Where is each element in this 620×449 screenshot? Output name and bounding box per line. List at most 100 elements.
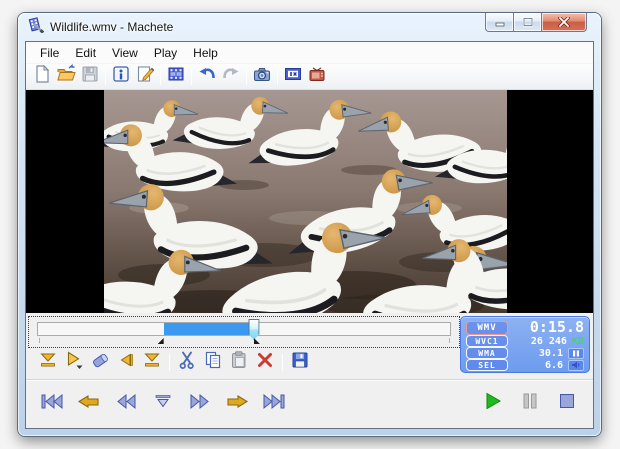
new-file-icon xyxy=(32,64,52,89)
edit-toolbar xyxy=(28,348,460,376)
eraser-button[interactable] xyxy=(87,351,113,373)
mark-selection-start-icon xyxy=(38,350,58,375)
new-file-button[interactable] xyxy=(30,66,54,88)
position-marker-button[interactable] xyxy=(149,392,177,416)
filmstrip-icon xyxy=(166,64,186,89)
maximize-button[interactable] xyxy=(513,13,542,32)
audio-indicator-icon xyxy=(568,360,584,371)
seek-track[interactable] xyxy=(37,322,451,336)
filmstrip-button[interactable] xyxy=(164,66,188,88)
info-panel: WMV 0:15.8 WVC1 26 246KB WMA 30.1 SEL xyxy=(460,316,590,373)
file-size-value: 26 246 xyxy=(531,336,567,347)
go-selection-start-button[interactable] xyxy=(75,392,103,416)
edit-page-button[interactable] xyxy=(133,66,157,88)
seek-and-edit-column xyxy=(28,316,460,378)
save-selection-button[interactable] xyxy=(287,351,313,373)
toolbar-separator xyxy=(105,68,106,85)
position-marker-icon xyxy=(151,393,175,415)
go-selection-start-icon xyxy=(77,393,101,415)
window-controls xyxy=(486,13,587,32)
menu-file[interactable]: File xyxy=(32,43,67,63)
transport-bar xyxy=(26,381,593,428)
mark-selection-end-button[interactable] xyxy=(139,351,165,373)
track-start-tick xyxy=(39,338,40,343)
redo-icon xyxy=(221,64,241,89)
paste-button[interactable] xyxy=(226,351,252,373)
undo-button[interactable] xyxy=(195,66,219,88)
go-selection-end-button[interactable] xyxy=(223,392,251,416)
track-end-tick xyxy=(449,338,450,343)
info-row-audio: WMA 30.1 xyxy=(466,347,584,359)
edit-page-icon xyxy=(135,64,155,89)
redo-button[interactable] xyxy=(219,66,243,88)
go-to-end-icon xyxy=(262,393,286,415)
go-to-start-icon xyxy=(40,393,64,415)
toolbar-separator xyxy=(160,68,161,85)
fast-forward-button[interactable] xyxy=(186,392,214,416)
pause-indicator-icon xyxy=(568,348,584,359)
menu-help[interactable]: Help xyxy=(185,43,226,63)
audio-codec-badge: WMA xyxy=(466,347,508,359)
save-button[interactable] xyxy=(78,66,102,88)
go-to-start-button[interactable] xyxy=(38,392,66,416)
menu-edit[interactable]: Edit xyxy=(67,43,104,63)
tv-button[interactable] xyxy=(305,66,329,88)
lower-controls: WMV 0:15.8 WVC1 26 246KB WMA 30.1 SEL xyxy=(26,313,593,379)
step-back-icon xyxy=(116,350,136,375)
play-button[interactable] xyxy=(479,392,507,416)
menu-view[interactable]: View xyxy=(104,43,146,63)
play-selection-button[interactable] xyxy=(61,351,87,373)
close-button[interactable] xyxy=(541,13,587,32)
fast-forward-icon xyxy=(188,393,212,415)
pause-button[interactable] xyxy=(516,392,544,416)
rewind-button[interactable] xyxy=(112,392,140,416)
delete-icon xyxy=(255,350,275,375)
play-selection-icon xyxy=(64,350,84,375)
video-frame xyxy=(104,90,507,313)
tv-icon xyxy=(307,64,327,89)
rewind-icon xyxy=(114,393,138,415)
toolbar-separator xyxy=(246,68,247,85)
app-window: Wildlife.wmv - Machete File Edit View Pl… xyxy=(18,13,601,436)
copy-icon xyxy=(203,350,223,375)
selection-end-marker[interactable] xyxy=(254,338,260,344)
seek-marker-row xyxy=(37,337,451,344)
current-time: 0:15.8 xyxy=(530,320,584,335)
pause-icon xyxy=(521,392,539,415)
camera-snapshot-button[interactable] xyxy=(250,66,274,88)
app-icon xyxy=(28,17,44,38)
main-toolbar xyxy=(26,63,593,90)
save-icon xyxy=(80,64,100,89)
go-to-end-button[interactable] xyxy=(260,392,288,416)
menu-play[interactable]: Play xyxy=(146,43,185,63)
selection-badge: SEL xyxy=(466,359,508,371)
eraser-icon xyxy=(90,350,110,375)
toolbar-separator xyxy=(191,68,192,85)
selection-value: 6.6 xyxy=(545,360,563,371)
cut-icon xyxy=(177,350,197,375)
video-codec-badge: WVC1 xyxy=(466,335,508,347)
undo-icon xyxy=(197,64,217,89)
info-row-format: WMV 0:15.8 xyxy=(466,320,584,335)
info-row-video: WVC1 26 246KB xyxy=(466,335,584,347)
frame-1x-button[interactable] xyxy=(281,66,305,88)
minimize-button[interactable] xyxy=(485,13,514,32)
stop-button[interactable] xyxy=(553,392,581,416)
selection-start-marker[interactable] xyxy=(158,338,164,344)
stop-icon xyxy=(558,392,576,415)
window-content: File Edit View Play Help xyxy=(25,41,594,429)
copy-button[interactable] xyxy=(200,351,226,373)
media-info-icon xyxy=(111,64,131,89)
seek-fill xyxy=(164,323,254,335)
cut-button[interactable] xyxy=(174,351,200,373)
window-title: Wildlife.wmv - Machete xyxy=(50,20,173,34)
media-info-button[interactable] xyxy=(109,66,133,88)
format-badge: WMV xyxy=(466,321,508,335)
mark-selection-start-button[interactable] xyxy=(35,351,61,373)
paste-icon xyxy=(229,350,249,375)
toolbar-separator xyxy=(277,68,278,85)
open-file-button[interactable] xyxy=(54,66,78,88)
audio-value: 30.1 xyxy=(539,348,563,359)
delete-button[interactable] xyxy=(252,351,278,373)
step-back-button[interactable] xyxy=(113,351,139,373)
